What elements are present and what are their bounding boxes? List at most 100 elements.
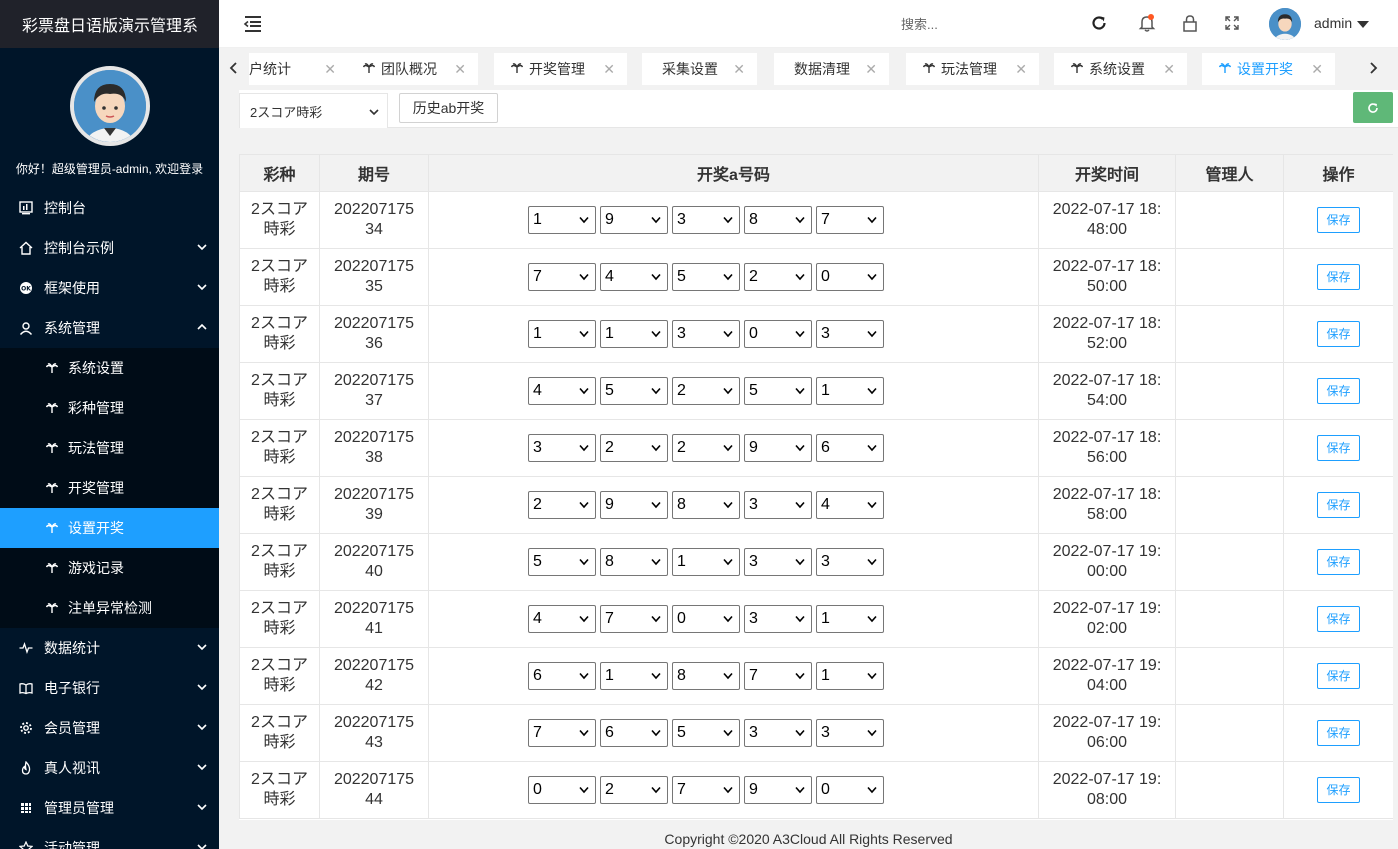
- number-select[interactable]: 0: [528, 776, 596, 804]
- sidebar-item-system-settings[interactable]: 系统设置: [0, 348, 219, 388]
- tab-team-overview[interactable]: 团队概况 ✕: [346, 53, 478, 85]
- tab-scroll-left-icon[interactable]: [224, 58, 244, 78]
- caret-down-icon[interactable]: [1357, 21, 1369, 28]
- number-select[interactable]: 7: [816, 206, 884, 234]
- number-select[interactable]: 1: [528, 206, 596, 234]
- number-select[interactable]: 7: [672, 776, 740, 804]
- number-select[interactable]: 4: [816, 491, 884, 519]
- tab-user-stats[interactable]: 户统计 ✕: [249, 53, 348, 85]
- close-icon[interactable]: ✕: [1163, 61, 1175, 78]
- tab-set-draw[interactable]: 设置开奖 ✕: [1202, 53, 1335, 85]
- number-select[interactable]: 9: [600, 206, 668, 234]
- number-select[interactable]: 8: [744, 206, 812, 234]
- save-button[interactable]: 保存: [1317, 549, 1360, 575]
- save-button[interactable]: 保存: [1317, 207, 1360, 233]
- number-select[interactable]: 2: [528, 491, 596, 519]
- bell-icon[interactable]: [1137, 13, 1157, 33]
- sidebar-item-e-bank[interactable]: 电子银行: [0, 668, 219, 708]
- number-select[interactable]: 2: [744, 263, 812, 291]
- number-select[interactable]: 1: [600, 662, 668, 690]
- number-select[interactable]: 1: [672, 548, 740, 576]
- number-select[interactable]: 2: [600, 776, 668, 804]
- number-select[interactable]: 3: [744, 491, 812, 519]
- save-button[interactable]: 保存: [1317, 606, 1360, 632]
- number-select[interactable]: 5: [672, 263, 740, 291]
- save-button[interactable]: 保存: [1317, 492, 1360, 518]
- close-icon[interactable]: ✕: [324, 61, 336, 78]
- number-select[interactable]: 1: [528, 320, 596, 348]
- close-icon[interactable]: ✕: [865, 61, 877, 78]
- number-select[interactable]: 0: [744, 320, 812, 348]
- save-button[interactable]: 保存: [1317, 435, 1360, 461]
- history-draw-button[interactable]: 历史ab开奖: [399, 93, 498, 123]
- avatar[interactable]: [69, 66, 150, 146]
- close-icon[interactable]: ✕: [454, 61, 466, 78]
- close-icon[interactable]: ✕: [1015, 61, 1027, 78]
- tab-draw-management[interactable]: 开奖管理 ✕: [494, 53, 627, 85]
- save-button[interactable]: 保存: [1317, 720, 1360, 746]
- number-select[interactable]: 4: [528, 377, 596, 405]
- search-input[interactable]: 搜索...: [901, 14, 938, 33]
- number-select[interactable]: 3: [744, 605, 812, 633]
- save-button[interactable]: 保存: [1317, 378, 1360, 404]
- sidebar-item-activities[interactable]: 活动管理: [0, 828, 219, 849]
- menu-fold-icon[interactable]: [243, 14, 263, 34]
- refresh-icon[interactable]: [1089, 13, 1109, 33]
- sidebar-item-lottery-types[interactable]: 彩种管理: [0, 388, 219, 428]
- sidebar-item-play-rules[interactable]: 玩法管理: [0, 428, 219, 468]
- number-select[interactable]: 6: [600, 719, 668, 747]
- number-select[interactable]: 9: [744, 776, 812, 804]
- number-select[interactable]: 9: [600, 491, 668, 519]
- save-button[interactable]: 保存: [1317, 663, 1360, 689]
- number-select[interactable]: 7: [600, 605, 668, 633]
- number-select[interactable]: 4: [600, 263, 668, 291]
- sidebar-item-game-records[interactable]: 游戏记录: [0, 548, 219, 588]
- number-select[interactable]: 5: [600, 377, 668, 405]
- sidebar-item-admins[interactable]: 管理员管理: [0, 788, 219, 828]
- save-button[interactable]: 保存: [1317, 777, 1360, 803]
- lottery-select[interactable]: 2スコア時彩: [239, 93, 388, 129]
- sidebar-item-draw-management[interactable]: 开奖管理: [0, 468, 219, 508]
- number-select[interactable]: 1: [816, 605, 884, 633]
- close-icon[interactable]: ✕: [603, 61, 615, 78]
- save-button[interactable]: 保存: [1317, 321, 1360, 347]
- sidebar-item-dashboard[interactable]: 控制台: [0, 188, 219, 228]
- number-select[interactable]: 3: [528, 434, 596, 462]
- tab-data-cleanup[interactable]: 数据清理 ✕: [774, 53, 889, 85]
- number-select[interactable]: 1: [816, 377, 884, 405]
- sidebar-item-bet-anomaly[interactable]: 注单异常检测: [0, 588, 219, 628]
- fullscreen-icon[interactable]: [1222, 13, 1242, 33]
- user-name[interactable]: admin: [1314, 15, 1352, 31]
- number-select[interactable]: 5: [672, 719, 740, 747]
- lock-icon[interactable]: [1180, 13, 1200, 33]
- tab-play-rules[interactable]: 玩法管理 ✕: [906, 53, 1039, 85]
- sidebar-item-statistics[interactable]: 数据统计: [0, 628, 219, 668]
- number-select[interactable]: 1: [816, 662, 884, 690]
- number-select[interactable]: 2: [600, 434, 668, 462]
- number-select[interactable]: 3: [816, 719, 884, 747]
- number-select[interactable]: 7: [528, 719, 596, 747]
- number-select[interactable]: 7: [744, 662, 812, 690]
- number-select[interactable]: 5: [528, 548, 596, 576]
- user-avatar[interactable]: [1269, 8, 1301, 40]
- number-select[interactable]: 3: [672, 206, 740, 234]
- tab-collect-settings[interactable]: 采集设置 ✕: [642, 53, 757, 85]
- sidebar-item-framework[interactable]: OK 框架使用: [0, 268, 219, 308]
- number-select[interactable]: 7: [528, 263, 596, 291]
- number-select[interactable]: 3: [744, 719, 812, 747]
- number-select[interactable]: 3: [816, 320, 884, 348]
- number-select[interactable]: 2: [672, 434, 740, 462]
- number-select[interactable]: 2: [672, 377, 740, 405]
- tab-system-settings[interactable]: 系统设置 ✕: [1054, 53, 1187, 85]
- save-button[interactable]: 保存: [1317, 264, 1360, 290]
- number-select[interactable]: 8: [672, 662, 740, 690]
- number-select[interactable]: 4: [528, 605, 596, 633]
- sidebar-item-dashboard-examples[interactable]: 控制台示例: [0, 228, 219, 268]
- number-select[interactable]: 8: [672, 491, 740, 519]
- tab-scroll-right-icon[interactable]: [1363, 58, 1383, 78]
- number-select[interactable]: 0: [672, 605, 740, 633]
- number-select[interactable]: 3: [744, 548, 812, 576]
- sidebar-item-system[interactable]: 系统管理: [0, 308, 219, 348]
- sidebar-item-members[interactable]: 会员管理: [0, 708, 219, 748]
- number-select[interactable]: 8: [600, 548, 668, 576]
